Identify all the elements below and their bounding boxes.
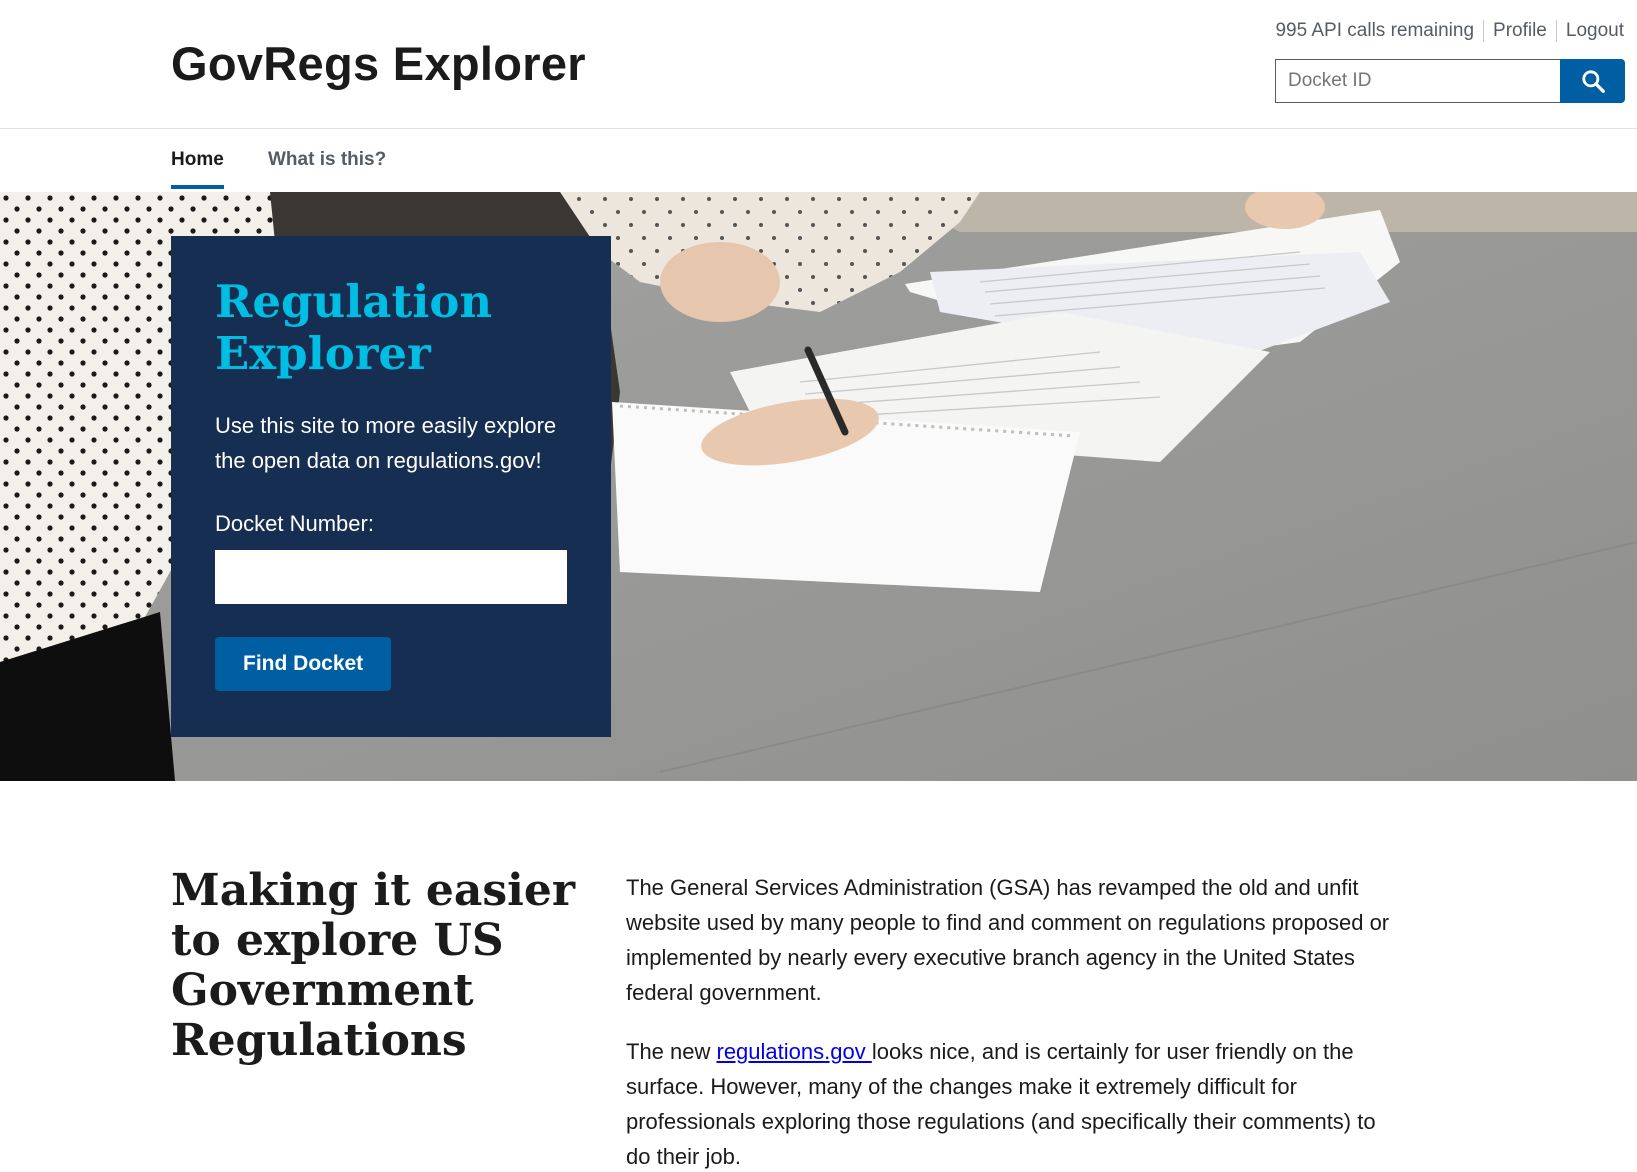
find-docket-button[interactable]: Find Docket — [215, 637, 392, 691]
logout-link[interactable]: Logout — [1566, 20, 1624, 42]
hero-description: Use this site to more easily explore the… — [215, 413, 557, 473]
intro-paragraph-2: The new regulations.gov looks nice, and … — [626, 1034, 1396, 1172]
intro-paragraph-2-start: The new — [626, 1039, 717, 1064]
hero-title-line1: Regulation — [215, 275, 493, 328]
docket-number-input[interactable] — [215, 550, 567, 604]
nav-item-what-is-this[interactable]: What is this? — [268, 149, 386, 185]
docket-number-label: Docket Number: — [215, 511, 374, 536]
hero-title: Regulation Explorer — [215, 276, 567, 380]
docket-search-form — [1275, 59, 1625, 103]
utility-links: 995 API calls remaining Profile Logout — [1275, 20, 1624, 42]
docket-id-search-input[interactable] — [1275, 59, 1560, 103]
intro-paragraph-1: The General Services Administration (GSA… — [626, 875, 1390, 1005]
search-button[interactable] — [1560, 59, 1625, 103]
nav-item-home[interactable]: Home — [171, 149, 224, 189]
profile-link[interactable]: Profile — [1493, 20, 1547, 42]
hero-title-line2: Explorer — [215, 327, 431, 380]
divider — [1555, 20, 1557, 42]
regulations-gov-link[interactable]: regulations.gov — [717, 1039, 872, 1064]
site-header: GovRegs Explorer 995 API calls remaining… — [0, 0, 1637, 129]
api-calls-remaining: 995 API calls remaining — [1275, 20, 1475, 41]
primary-nav: Home What is this? — [0, 129, 1637, 192]
hero-section: Regulation Explorer Use this site to mor… — [0, 192, 1637, 781]
search-icon — [1581, 70, 1605, 93]
site-title[interactable]: GovRegs Explorer — [171, 36, 586, 91]
hero-callout: Regulation Explorer Use this site to mor… — [171, 236, 611, 737]
intro-heading: Making it easier to explore US Governmen… — [171, 865, 576, 1066]
divider — [1483, 20, 1485, 42]
intro-body: The General Services Administration (GSA… — [626, 870, 1396, 1172]
